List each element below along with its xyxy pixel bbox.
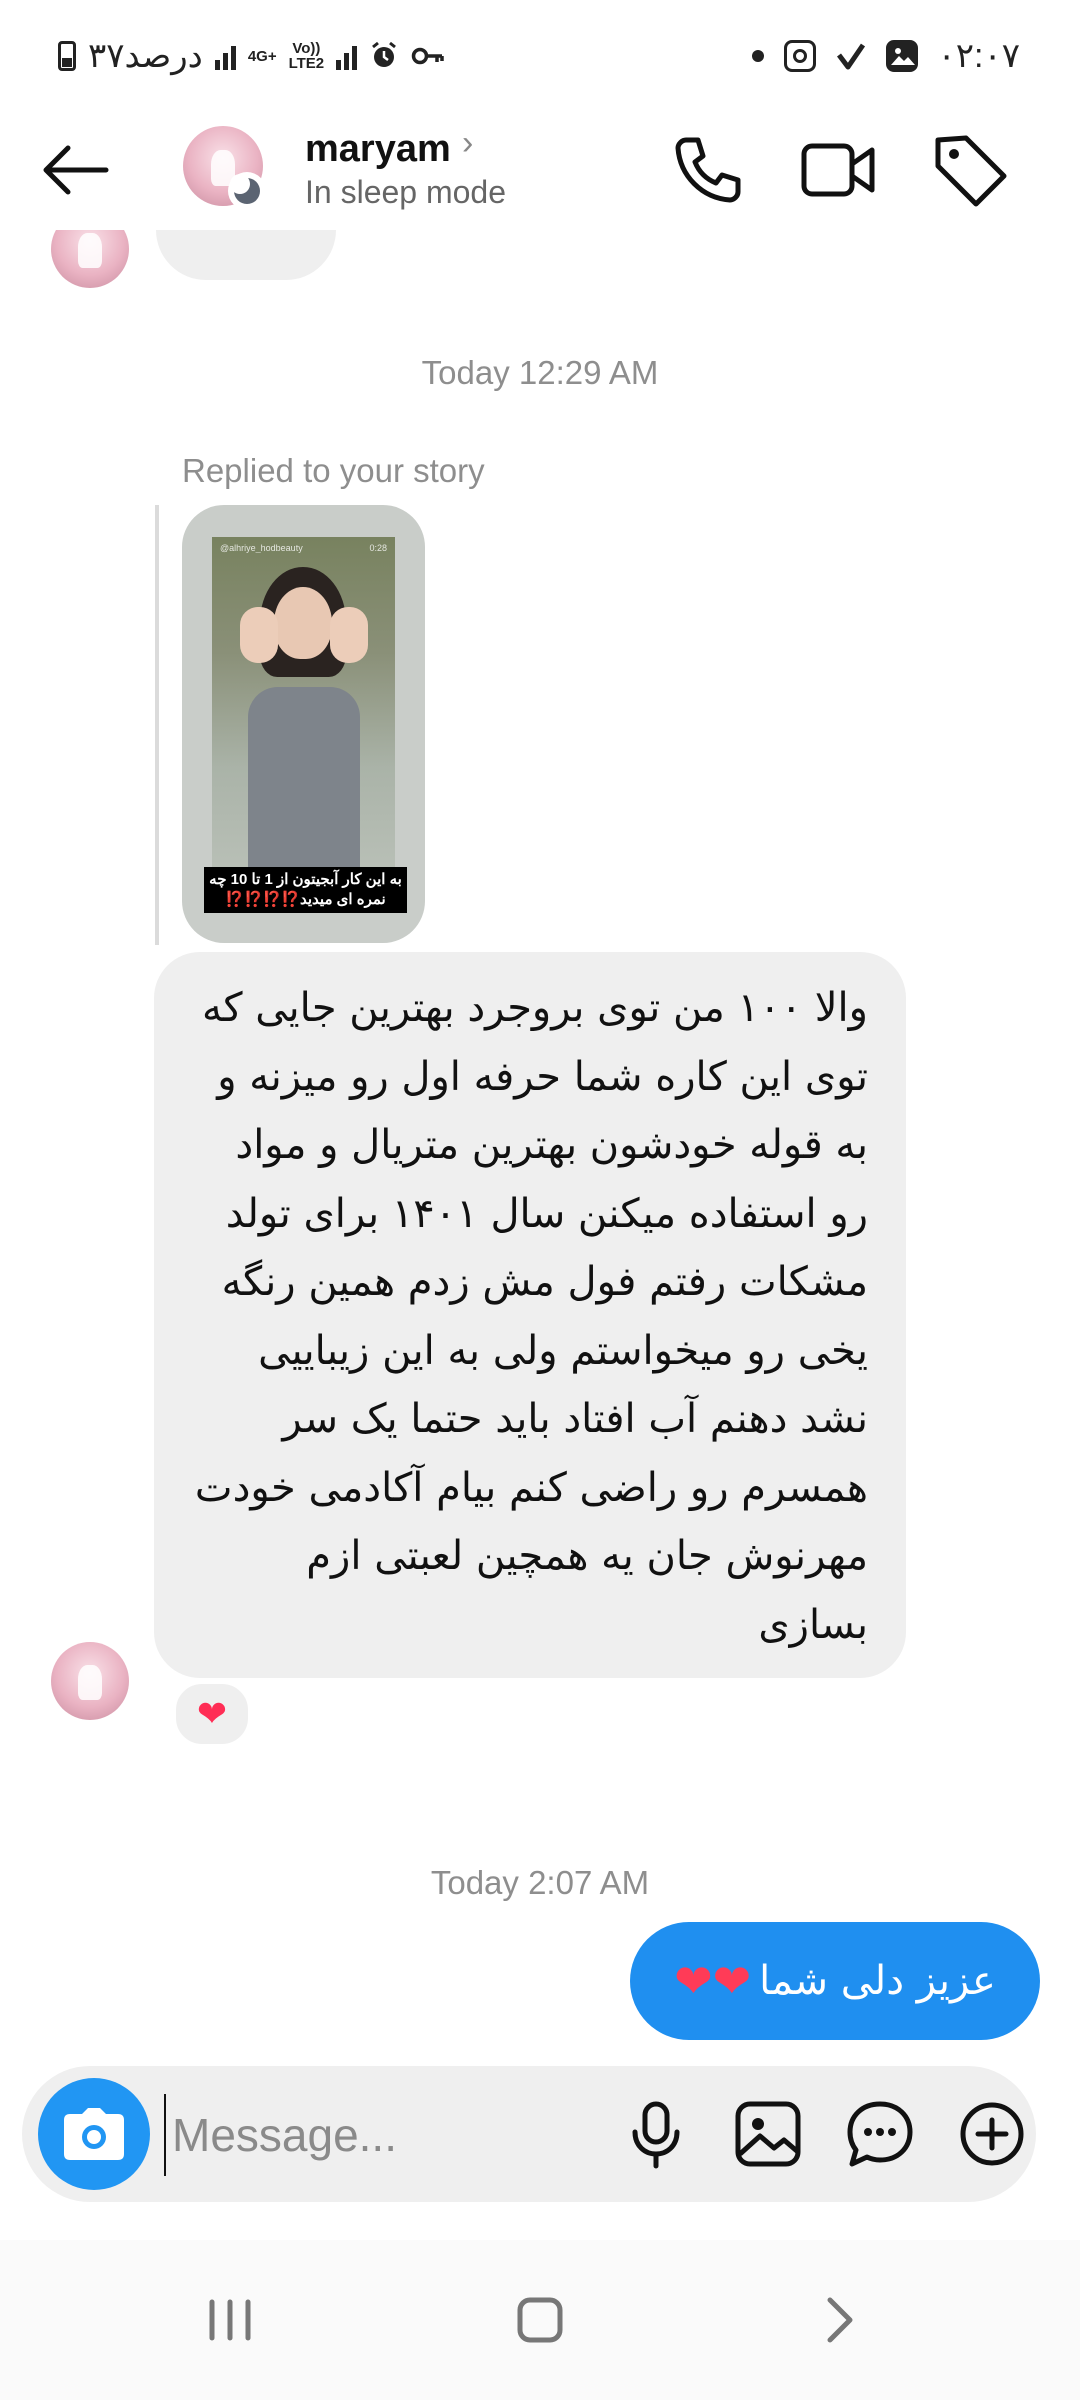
status-right: ۰۲:۰۷	[751, 36, 1021, 76]
story-thumbnail[interactable]: @alhriye_hodbeauty 0:28 به این کار آبجیت…	[182, 505, 425, 943]
signal-icon-2	[336, 42, 358, 70]
contact-name[interactable]: maryam	[305, 128, 451, 171]
recent-apps-icon[interactable]	[180, 2280, 280, 2360]
message-text: والا ۱۰۰ من توی بروجرد بهترین جایی که تو…	[194, 985, 868, 1648]
story-image: @alhriye_hodbeauty 0:28	[212, 537, 395, 867]
incoming-message-bubble[interactable]: والا ۱۰۰ من توی بروجرد بهترین جایی که تو…	[154, 952, 906, 1678]
chevron-right-icon[interactable]: ›	[462, 124, 473, 163]
message-input[interactable]	[164, 2094, 604, 2176]
heart-emoji-icon: ❤❤	[674, 1954, 752, 2008]
story-caption: به این کار آبجیتون از 1 تا 10 چه نمره ای…	[204, 867, 407, 913]
back-arrow-icon[interactable]	[40, 140, 110, 200]
timestamp: Today 2:07 AM	[430, 1864, 650, 1901]
back-nav-icon[interactable]	[790, 2280, 890, 2360]
notification-dot-icon	[751, 50, 764, 62]
story-handle: @alhriye_hodbeauty	[220, 543, 303, 553]
battery-percent: ۳۷درصد	[88, 37, 203, 75]
story-figure-face	[274, 587, 332, 659]
story-figure-body	[248, 687, 360, 867]
avatar[interactable]	[51, 1642, 129, 1720]
signal-icon	[214, 42, 236, 70]
clock: ۰۲:۰۷	[937, 37, 1021, 75]
message-composer	[22, 2066, 1036, 2202]
add-plus-icon[interactable]	[952, 2094, 1032, 2174]
gallery-icon[interactable]	[728, 2094, 808, 2174]
volte-label: Vo)) LTE2	[288, 40, 325, 72]
instagram-icon	[783, 40, 816, 72]
status-left: ۳۷درصد 4G+ Vo)) LTE2	[58, 36, 445, 76]
sleep-mode-icon	[228, 172, 266, 210]
system-nav-bar	[0, 2240, 1080, 2400]
battery-icon	[58, 41, 76, 71]
gallery-notification-icon	[885, 40, 918, 72]
phone-call-icon[interactable]	[668, 130, 748, 210]
alarm-icon	[372, 41, 397, 67]
camera-icon	[64, 2108, 124, 2160]
sticker-chat-icon[interactable]	[840, 2094, 920, 2174]
replied-to-story-label: Replied to your story	[182, 452, 485, 489]
timestamp: Today 12:29 AM	[421, 354, 659, 391]
key-icon	[411, 47, 444, 65]
outgoing-message-text: عزیز دلی شما	[759, 1958, 996, 2004]
reply-divider	[155, 505, 159, 945]
camera-button[interactable]	[38, 2078, 150, 2190]
home-icon[interactable]	[490, 2280, 590, 2360]
network-4g-label: 4G+	[247, 47, 277, 65]
heart-reaction-icon[interactable]: ❤	[172, 1680, 252, 1748]
check-notification-icon	[836, 43, 865, 70]
microphone-icon[interactable]	[616, 2094, 696, 2174]
story-figure-hand	[240, 607, 278, 663]
story-figure-hand	[330, 607, 368, 663]
outgoing-message-bubble[interactable]: عزیز دلی شما ❤❤	[630, 1922, 1040, 2040]
chat-header: maryam › In sleep mode	[0, 110, 1080, 230]
status-bar: ۳۷درصد 4G+ Vo)) LTE2 ۰۲:۰۷	[0, 0, 1080, 110]
contact-status: In sleep mode	[305, 174, 507, 210]
tag-icon[interactable]	[930, 130, 1010, 210]
story-time: 0:28	[369, 543, 387, 553]
video-call-icon[interactable]	[798, 130, 878, 210]
